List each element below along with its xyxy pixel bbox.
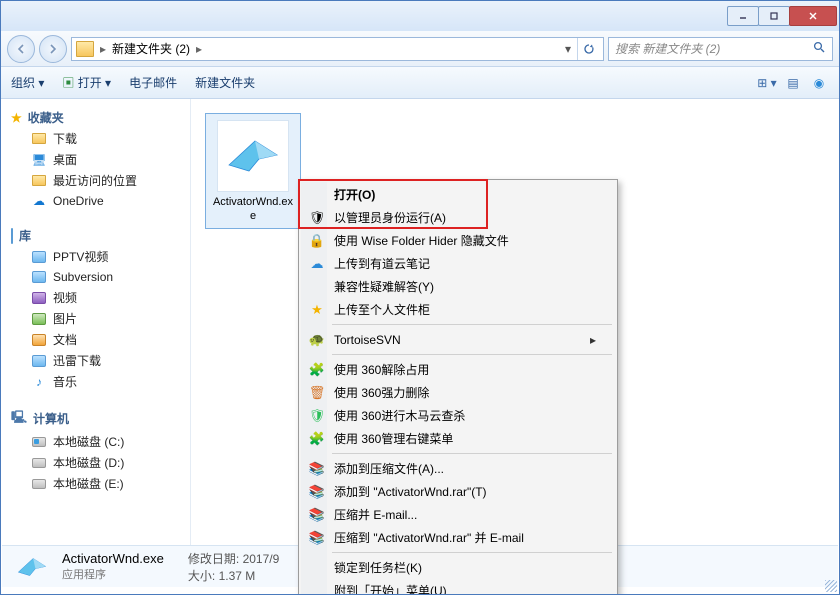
ctx-tortoisesvn[interactable]: 🐢TortoiseSVN▸ <box>302 328 614 351</box>
sidebar: ★收藏夹 下载 🖥桌面 最近访问的位置 ☁OneDrive 库 PPTV视频 S… <box>1 99 191 559</box>
address-bar[interactable]: ▸ 新建文件夹 (2) ▸ ▾ <box>71 37 604 61</box>
preview-pane-icon[interactable]: ▤ <box>783 73 803 93</box>
file-tile-selected[interactable]: ActivatorWnd.exe <box>205 113 301 229</box>
ctx-add-archive[interactable]: 📚添加到压缩文件(A)... <box>302 457 614 480</box>
lock-icon: 🔒 <box>308 232 326 250</box>
close-button[interactable] <box>789 6 837 26</box>
ctx-pin-taskbar[interactable]: 锁定到任务栏(K) <box>302 556 614 579</box>
status-mdate-value: 2017/9 <box>243 552 280 566</box>
submenu-arrow-icon: ▸ <box>590 333 596 347</box>
sidebar-item-recent[interactable]: 最近访问的位置 <box>5 170 186 191</box>
ctx-run-as-admin[interactable]: 🛡以管理员身份运行(A) <box>302 206 614 229</box>
refresh-button[interactable] <box>577 38 599 60</box>
status-thumbnail <box>14 552 50 582</box>
email-button[interactable]: 电子邮件 <box>129 74 177 91</box>
open-icon: ▣ <box>62 76 77 90</box>
forward-button[interactable] <box>39 35 67 63</box>
rar-icon: 📚 <box>308 460 326 478</box>
ctx-360-delete[interactable]: 🗑使用 360强力删除 <box>302 381 614 404</box>
minimize-button[interactable] <box>727 6 759 26</box>
cloud-icon: ☁ <box>308 255 326 273</box>
search-box[interactable]: 搜索 新建文件夹 (2) <box>608 37 833 61</box>
ctx-upload-cabinet[interactable]: ★上传至个人文件柜 <box>302 298 614 321</box>
sec360-icon: 🧩 <box>308 361 326 379</box>
star-icon: ★ <box>308 301 326 319</box>
breadcrumb-sep: ▸ <box>196 42 202 56</box>
search-icon <box>813 41 826 57</box>
maximize-button[interactable] <box>758 6 790 26</box>
toolbar: 组织 ▾ ▣ 打开 ▾ 电子邮件 新建文件夹 ⊞ ▾ ▤ ◉ <box>1 67 839 99</box>
rar-icon: 📚 <box>308 506 326 524</box>
status-size-value: 1.37 M <box>219 569 256 583</box>
file-name: ActivatorWnd.exe <box>210 196 296 224</box>
breadcrumb-sep: ▸ <box>100 42 106 56</box>
sidebar-item-onedrive[interactable]: ☁OneDrive <box>5 191 186 211</box>
resize-handle[interactable] <box>825 580 837 592</box>
title-bar <box>1 1 839 31</box>
status-size-label: 大小: <box>188 569 215 583</box>
view-options-icon[interactable]: ⊞ ▾ <box>757 73 777 93</box>
ctx-compat[interactable]: 兼容性疑难解答(Y) <box>302 275 614 298</box>
sidebar-item-disk[interactable]: 本地磁盘 (E:) <box>5 473 186 494</box>
sidebar-item-desktop[interactable]: 🖥桌面 <box>5 149 186 170</box>
new-folder-button[interactable]: 新建文件夹 <box>195 74 255 91</box>
tortoise-icon: 🐢 <box>308 331 326 349</box>
status-filetype: 应用程序 <box>62 568 164 583</box>
organize-menu[interactable]: 组织 ▾ <box>11 74 44 91</box>
sidebar-item[interactable]: ♪音乐 <box>5 371 186 392</box>
folder-icon <box>76 41 94 57</box>
sidebar-item-downloads[interactable]: 下载 <box>5 128 186 149</box>
status-filename: ActivatorWnd.exe <box>62 550 164 568</box>
rar-icon: 📚 <box>308 483 326 501</box>
file-thumbnail <box>217 120 289 192</box>
sidebar-item[interactable]: 文档 <box>5 329 186 350</box>
explorer-window: ▸ 新建文件夹 (2) ▸ ▾ 搜索 新建文件夹 (2) 组织 ▾ ▣ 打开 ▾… <box>0 0 840 595</box>
favorites-header[interactable]: ★收藏夹 <box>5 107 186 128</box>
status-mdate-label: 修改日期: <box>188 552 239 566</box>
ctx-add-archive-named[interactable]: 📚添加到 "ActivatorWnd.rar"(T) <box>302 480 614 503</box>
ctx-360-menu[interactable]: 🧩使用 360管理右键菜单 <box>302 427 614 450</box>
help-icon[interactable]: ◉ <box>809 73 829 93</box>
search-placeholder: 搜索 新建文件夹 (2) <box>615 40 720 57</box>
ctx-open[interactable]: 打开(O) <box>302 183 614 206</box>
sec360-icon: 🧩 <box>308 430 326 448</box>
ctx-wise-hide[interactable]: 🔒使用 Wise Folder Hider 隐藏文件 <box>302 229 614 252</box>
breadcrumb-segment[interactable]: 新建文件夹 (2) <box>112 40 190 57</box>
libraries-header[interactable]: 库 <box>5 225 186 246</box>
sidebar-item[interactable]: Subversion <box>5 267 186 287</box>
sec360-icon: 🗑 <box>308 384 326 402</box>
ctx-youdao[interactable]: ☁上传到有道云笔记 <box>302 252 614 275</box>
open-button: ▣ 打开 ▾ <box>62 74 111 91</box>
ctx-360-unlock[interactable]: 🧩使用 360解除占用 <box>302 358 614 381</box>
ctx-pin-start[interactable]: 附到「开始」菜单(U) <box>302 579 614 595</box>
sidebar-item[interactable]: PPTV视频 <box>5 246 186 267</box>
sidebar-item-disk[interactable]: 本地磁盘 (D:) <box>5 452 186 473</box>
back-button[interactable] <box>7 35 35 63</box>
context-menu: 打开(O) 🛡以管理员身份运行(A) 🔒使用 Wise Folder Hider… <box>298 179 618 595</box>
shield-icon: 🛡 <box>308 209 326 227</box>
rar-icon: 📚 <box>308 529 326 547</box>
sidebar-item-disk[interactable]: 本地磁盘 (C:) <box>5 431 186 452</box>
sidebar-item[interactable]: 图片 <box>5 308 186 329</box>
nav-bar: ▸ 新建文件夹 (2) ▸ ▾ 搜索 新建文件夹 (2) <box>1 31 839 67</box>
sidebar-item[interactable]: 视频 <box>5 287 186 308</box>
ctx-360-scan[interactable]: 🛡使用 360进行木马云查杀 <box>302 404 614 427</box>
ctx-compress-email[interactable]: 📚压缩并 E-mail... <box>302 503 614 526</box>
computer-header[interactable]: 🖳计算机 <box>5 406 186 431</box>
sidebar-item[interactable]: 迅雷下载 <box>5 350 186 371</box>
ctx-compress-named-email[interactable]: 📚压缩到 "ActivatorWnd.rar" 并 E-mail <box>302 526 614 549</box>
sec360-icon: 🛡 <box>308 407 326 425</box>
star-icon: ★ <box>11 111 22 125</box>
